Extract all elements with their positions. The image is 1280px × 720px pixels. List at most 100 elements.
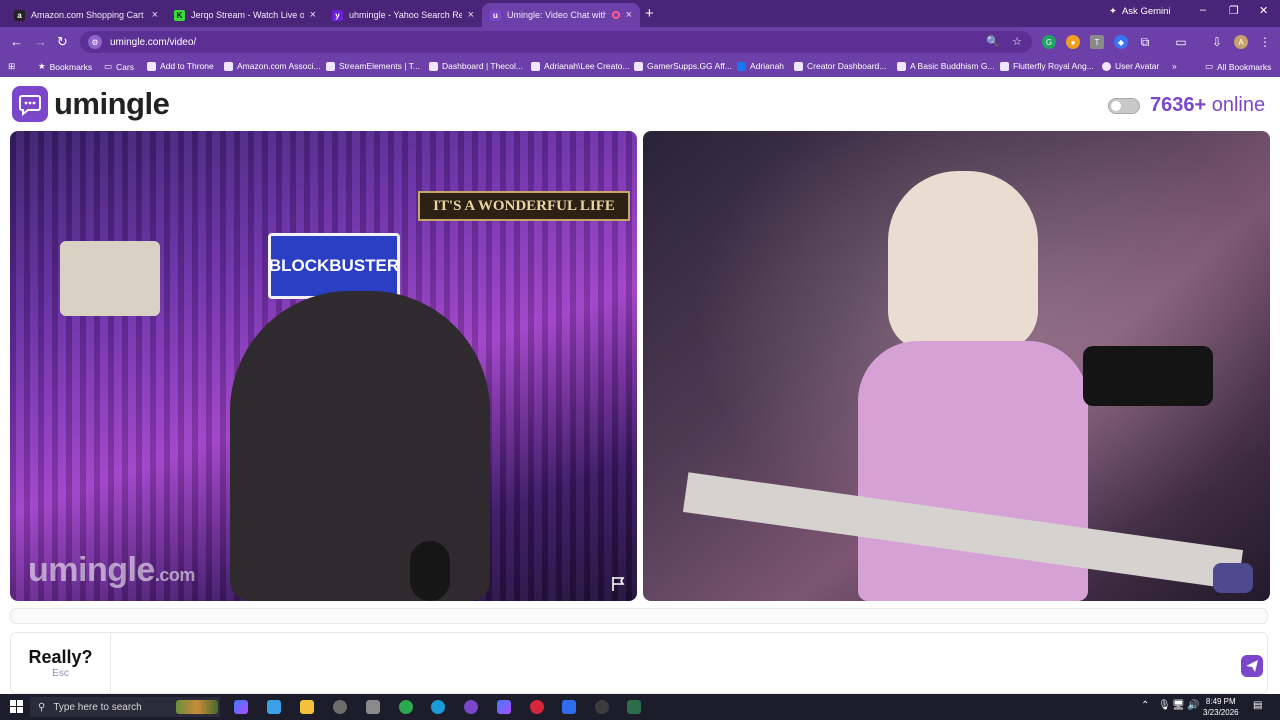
app-icon[interactable] (366, 700, 380, 714)
ask-gemini-button[interactable]: ✦ Ask Gemini (1109, 6, 1171, 17)
bookmark-label: Add to Throne (160, 61, 214, 71)
bookmark-item[interactable]: Adrianah\Lee Creato... (531, 61, 630, 71)
bookmarks-bar: ⊞ ★ Bookmarks ▭ Cars Add to Throne Amazon.… (0, 57, 1280, 77)
skip-button[interactable]: Really? Esc (11, 633, 111, 693)
profile-avatar[interactable]: A (1234, 35, 1248, 49)
tab-kick-stream[interactable]: K Jerqo Stream - Watch Live on K × (166, 3, 324, 27)
app-green-icon[interactable] (627, 700, 641, 714)
bookmark-item[interactable]: Add to Throne (147, 61, 214, 71)
tab-title: Amazon.com Shopping Cart (31, 10, 144, 20)
bookmark-label: Cars (116, 61, 134, 72)
reload-icon[interactable]: ↻ (57, 34, 68, 50)
extensions-puzzle-icon[interactable]: ⧉ (1138, 35, 1152, 49)
ask-gemini-label: Ask Gemini (1121, 6, 1171, 17)
umingle-watermark: umingle.com (28, 551, 195, 590)
copilot-app-icon[interactable] (497, 700, 511, 714)
search-highlight-image (176, 700, 218, 714)
bookmark-label: GamerSupps.GG Aff... (647, 61, 732, 71)
address-bar[interactable]: ⚙ umingle.com/video/ 🔍 ☆ (80, 31, 1032, 53)
tab-strip: a Amazon.com Shopping Cart × K Jerqo Str… (0, 0, 1280, 27)
watermark-main: umingle (28, 551, 155, 589)
send-button[interactable] (1241, 655, 1263, 677)
bookmark-item[interactable]: Dashboard | Thecol... (429, 61, 523, 71)
bookmark-item[interactable]: Flutterfly Royal Ang... (1000, 61, 1094, 71)
umingle-favicon-icon: u (490, 9, 501, 21)
extension-icon[interactable]: T (1090, 35, 1104, 49)
bookmark-item[interactable]: GamerSupps.GG Aff... (634, 61, 732, 71)
bookmark-star-icon[interactable]: ☆ (1012, 35, 1022, 48)
folder-icon: ▭ (104, 61, 113, 71)
browser-toolbar: ← → ↻ ⚙ umingle.com/video/ 🔍 ☆ G ● T ◆ ⧉… (0, 27, 1280, 57)
file-explorer-icon[interactable] (300, 700, 314, 714)
facebook-favicon-icon (737, 61, 746, 71)
close-tab-icon[interactable]: × (152, 9, 158, 21)
apps-grid-icon[interactable]: ⊞ (8, 61, 15, 72)
bookmark-item[interactable]: ▭ Cars (104, 61, 134, 72)
settings-gear-icon[interactable] (333, 700, 347, 714)
online-number: 7636+ (1150, 94, 1207, 116)
person-head (888, 171, 1038, 351)
bookmark-item[interactable]: Amazon.com Associ... (224, 61, 321, 71)
taskbar-clock[interactable]: 8:49 PM 3/23/2026 (1203, 696, 1239, 718)
obs-icon[interactable] (595, 700, 609, 714)
all-bookmarks-label: All Bookmarks (1217, 61, 1272, 72)
zoom-icon[interactable]: 🔍 (986, 35, 1000, 48)
more-bookmarks-button[interactable]: » (1172, 61, 1177, 71)
report-flag-icon[interactable] (610, 575, 628, 593)
discord-icon[interactable] (464, 700, 478, 714)
url-text: umingle.com/video/ (110, 36, 197, 48)
bookmark-item[interactable]: Creator Dashboard... (794, 61, 886, 71)
tab-search-icon[interactable]: ▭ (1174, 35, 1188, 49)
tab-yahoo-search[interactable]: y uhmingle - Yahoo Search Result × (324, 3, 482, 27)
site-info-icon[interactable]: ⚙ (88, 35, 102, 49)
close-tab-icon[interactable]: × (468, 9, 474, 21)
menu-kebab-icon[interactable]: ⋮ (1258, 35, 1272, 49)
user-avatar-favicon-icon (1102, 61, 1111, 71)
bookmark-label: Adrianah\Lee Creato... (544, 61, 630, 71)
theme-toggle[interactable] (1108, 98, 1140, 114)
task-view-icon[interactable] (267, 700, 281, 714)
microphone-icon[interactable]: 🎙 (1158, 700, 1171, 711)
bookmark-item[interactable]: A Basic Buddhism G... (897, 61, 995, 71)
wonderful-life-banner: IT'S A WONDERFUL LIFE (418, 191, 630, 221)
yahoo-favicon-icon: y (332, 9, 343, 21)
chrome-icon[interactable] (399, 700, 413, 714)
close-tab-icon[interactable]: × (626, 9, 632, 21)
umingle-logo[interactable]: umingle (12, 86, 170, 122)
network-icon[interactable]: 🖥 (1172, 700, 1185, 711)
app-blue-icon[interactable] (562, 700, 576, 714)
windows-start-icon[interactable] (10, 700, 23, 713)
edge-icon[interactable] (431, 700, 445, 714)
tab-umingle[interactable]: u Umingle: Video Chat with S × (482, 3, 640, 27)
grammarly-extension-icon[interactable]: G (1042, 35, 1056, 49)
honey-extension-icon[interactable]: ● (1066, 35, 1080, 49)
minimize-icon[interactable]: – (1200, 4, 1206, 16)
notifications-icon[interactable]: ▤ (1253, 700, 1262, 711)
restore-icon[interactable]: ❐ (1229, 4, 1239, 17)
tab-amazon-cart[interactable]: a Amazon.com Shopping Cart × (6, 3, 166, 27)
bookmark-label: Creator Dashboard... (807, 61, 887, 71)
close-tab-icon[interactable]: × (310, 9, 316, 21)
chat-bubble-logo-icon (12, 86, 48, 122)
forward-icon[interactable]: → (34, 34, 47, 49)
bookmark-label: Amazon.com Associ... (237, 61, 321, 71)
bookmark-item[interactable]: Adrianah (737, 61, 784, 71)
extension-blue-icon[interactable]: ◆ (1114, 35, 1128, 49)
new-tab-button[interactable]: + (645, 5, 654, 22)
online-label: online (1211, 94, 1266, 116)
close-window-icon[interactable]: ✕ (1259, 4, 1268, 17)
bookmark-item[interactable]: ★ Bookmarks (38, 61, 92, 72)
back-icon[interactable]: ← (10, 34, 23, 49)
tab-title: Jerqo Stream - Watch Live on K (191, 10, 304, 20)
bookmark-item[interactable]: StreamElements | T... (326, 61, 420, 71)
message-input[interactable] (119, 633, 1219, 693)
logo-text: umingle (54, 86, 170, 121)
opera-icon[interactable] (530, 700, 544, 714)
gamersupps-favicon-icon (634, 61, 643, 71)
copilot-icon[interactable] (234, 700, 248, 714)
all-bookmarks-button[interactable]: ▭ All Bookmarks (1205, 61, 1271, 72)
tray-chevron-icon[interactable]: ⌃ (1141, 700, 1149, 711)
volume-icon[interactable]: 🔊 (1187, 700, 1199, 711)
downloads-icon[interactable]: ⇩ (1210, 35, 1224, 49)
bookmark-item[interactable]: User Avatar (1102, 61, 1159, 71)
